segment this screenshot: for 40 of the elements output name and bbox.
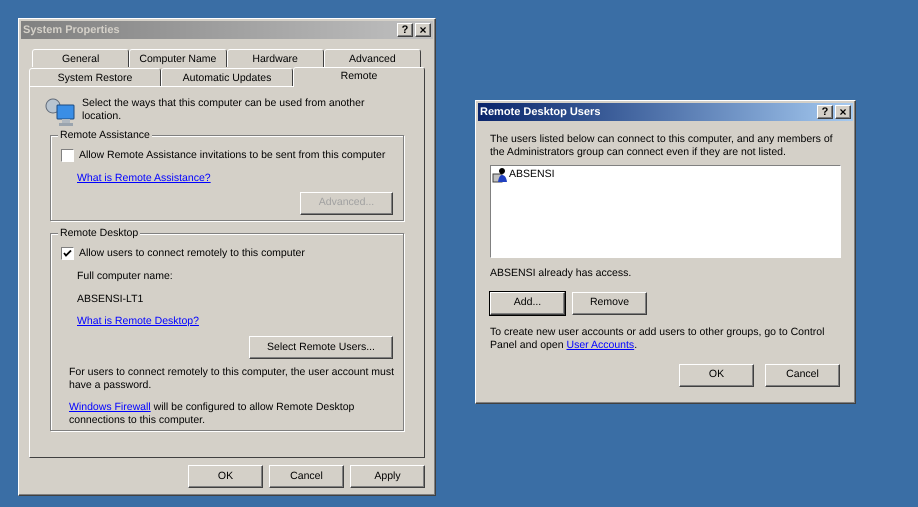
tab[interactable]: Advanced: [324, 49, 421, 67]
help-button[interactable]: ?: [817, 105, 833, 119]
push-button[interactable]: Cancel: [765, 364, 840, 387]
close-button[interactable]: ×: [415, 23, 431, 37]
help-link[interactable]: What is Remote Desktop?: [77, 314, 199, 330]
user-icon: [492, 167, 508, 183]
tab[interactable]: Computer Name: [129, 49, 226, 67]
tab[interactable]: General: [32, 49, 130, 67]
push-button[interactable]: OK: [188, 465, 263, 488]
push-button[interactable]: Apply: [350, 465, 425, 488]
note-text: For users to connect remotely to this computer, the user account must have a password.: [69, 366, 396, 392]
help-link[interactable]: What is Remote Assistance?: [77, 170, 211, 186]
computer-icon: [44, 97, 76, 127]
intro-text: Select the ways that this computer can be used from another location.: [82, 97, 366, 123]
field-label: Full computer name:: [77, 268, 174, 284]
user-accounts-link[interactable]: User Accounts: [566, 338, 634, 351]
push-button[interactable]: Add...: [490, 292, 565, 315]
list-item[interactable]: ABSENSI: [509, 167, 555, 183]
checkbox-label: Allow users to connect remotely to this computer: [79, 246, 305, 261]
note-text: Windows Firewall will be configured to allow Remote Desktop connections to this computer.: [69, 401, 356, 427]
help-button[interactable]: ?: [397, 23, 413, 37]
firewall-link[interactable]: Windows Firewall: [69, 401, 151, 413]
tab[interactable]: Remote: [293, 67, 425, 87]
computer-name: ABSENSI-LT1: [77, 292, 144, 306]
push-button[interactable]: Remove: [572, 292, 647, 315]
checkbox[interactable]: [61, 247, 74, 260]
push-button[interactable]: Cancel: [269, 465, 344, 488]
status-text: ABSENSI already has access.: [490, 266, 632, 281]
window-title: System Properties: [23, 22, 121, 38]
push-button[interactable]: Select Remote Users...: [249, 336, 393, 359]
checkbox-label: Allow Remote Assistance invitations to be sent from this computer: [79, 148, 386, 163]
push-button[interactable]: OK: [679, 364, 754, 387]
close-button[interactable]: ×: [835, 105, 851, 119]
tab[interactable]: Automatic Updates: [161, 68, 293, 86]
tab[interactable]: Hardware: [226, 49, 324, 67]
description-text: The users listed below can connect to this computer, and any members of the Administrators group can connect even if they are not listed.: [490, 133, 834, 159]
footer-text: To create new user accounts or add users to other groups, go to Control Panel and open User Accounts.: [490, 326, 826, 352]
tab[interactable]: System Restore: [29, 68, 161, 86]
window-title: Remote Desktop Users: [480, 104, 602, 120]
checkbox[interactable]: [61, 149, 74, 162]
